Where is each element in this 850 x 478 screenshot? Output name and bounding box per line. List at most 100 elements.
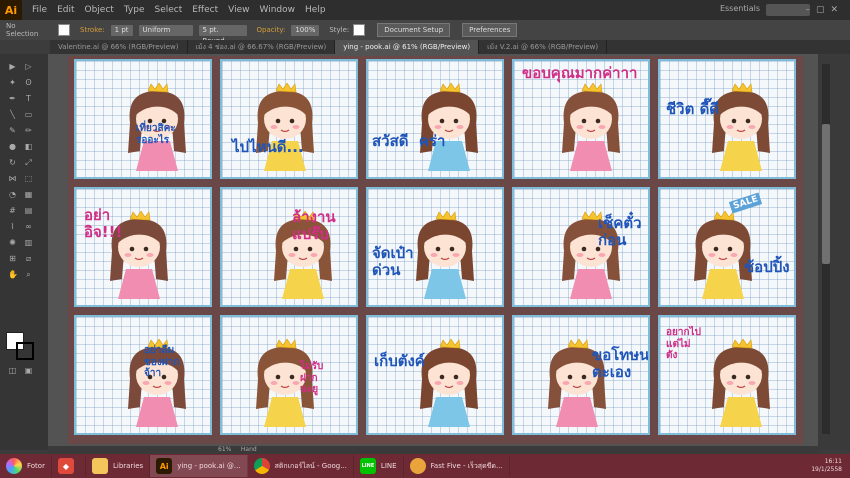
stroke-label[interactable]: Stroke: — [80, 26, 105, 34]
canvas-area[interactable]: เที่ยวสิคะ รออะไร ไปไหนดี... สวัสดี คร่าขอ… — [48, 54, 818, 446]
hand-tool-icon[interactable]: ✋ — [8, 270, 18, 279]
pen-tool-icon[interactable]: ✒ — [8, 94, 17, 103]
scale-tool-icon[interactable]: ⤢ — [24, 158, 33, 167]
taskbar-fotor[interactable]: Fotor — [0, 455, 52, 477]
sticker-cell[interactable]: อยากไป แต่ไม่ ตัง — [658, 315, 796, 435]
menu-help[interactable]: Help — [305, 5, 326, 15]
artboard[interactable]: เที่ยวสิคะ รออะไร ไปไหนดี... สวัสดี คร่าขอ… — [68, 56, 803, 444]
zoom-tool-icon[interactable]: ⌕ — [24, 270, 33, 279]
eraser-tool-icon[interactable]: ◧ — [24, 142, 33, 151]
sticker-caption: อย่าลืม ของฝาก จ้าา — [144, 345, 180, 379]
eyedropper-tool-icon[interactable]: ⌇ — [8, 222, 17, 231]
preferences-button[interactable]: Preferences — [462, 23, 518, 37]
sticker-cell[interactable]: ช้อปปิ้ง SALE — [658, 187, 796, 307]
zoom-level[interactable]: 61% — [218, 446, 231, 453]
document-tabs: Valentine.ai @ 66% (RGB/Preview) เม้ง 4 … — [50, 40, 850, 54]
character-illustration — [562, 83, 620, 171]
brush-definition[interactable]: 5 pt. Round — [198, 24, 247, 45]
mesh-tool-icon[interactable]: # — [8, 206, 17, 215]
document-setup-button[interactable]: Document Setup — [377, 23, 451, 37]
stroke-color-icon[interactable] — [16, 342, 34, 360]
menu-file[interactable]: File — [32, 5, 47, 15]
graph-tool-icon[interactable]: ▥ — [24, 238, 33, 247]
panel-dock — [818, 54, 850, 450]
type-tool-icon[interactable]: T — [24, 94, 33, 103]
sticker-cell[interactable]: อย่า อิจ!!! — [74, 187, 212, 307]
menu-window[interactable]: Window — [260, 5, 296, 15]
sticker-cell[interactable]: ไปไหนดี... — [220, 59, 358, 179]
taskbar-label: ying - pook.ai @... — [177, 462, 241, 470]
status-bar: 61% Hand — [48, 446, 818, 454]
opacity-label[interactable]: Opacity: — [257, 26, 286, 34]
sticker-cell[interactable]: เช็คตั๋ว ก่อน — [512, 187, 650, 307]
menu-view[interactable]: View — [228, 5, 249, 15]
window-controls[interactable]: –▢✕ — [805, 5, 844, 15]
taskbar-media[interactable]: Fast Five - เร็วสุดขีด... — [404, 455, 510, 477]
sticker-cell[interactable]: อย่าลืม ของฝาก จ้าา — [74, 315, 212, 435]
workspace-switcher[interactable]: Essentials — [720, 4, 760, 13]
sticker-cell[interactable]: ขอโทษนะ ตะเอง — [512, 315, 650, 435]
blob-brush-tool-icon[interactable]: ● — [8, 142, 17, 151]
line-tool-icon[interactable]: ╲ — [8, 110, 17, 119]
stroke-weight-field[interactable]: 1 pt — [110, 24, 133, 36]
gradient-tool-icon[interactable]: ▤ — [24, 206, 33, 215]
free-transform-tool-icon[interactable]: ⬚ — [24, 174, 33, 183]
tab-ying-pook[interactable]: ying - pook.ai @ 61% (RGB/Preview) — [335, 40, 480, 54]
menu-type[interactable]: Type — [124, 5, 145, 15]
artboard-tool-icon[interactable]: ⊞ — [8, 254, 17, 263]
drawing-mode-icon[interactable]: ◫ — [8, 366, 17, 375]
paintbrush-tool-icon[interactable]: ✎ — [8, 126, 17, 135]
symbol-sprayer-tool-icon[interactable]: ✺ — [8, 238, 17, 247]
taskbar-illustrator[interactable]: Ai ying - pook.ai @... — [150, 455, 248, 477]
screen-mode-icon[interactable]: ▣ — [24, 366, 33, 375]
blend-tool-icon[interactable]: ∞ — [24, 222, 33, 231]
width-tool-icon[interactable]: ⋈ — [8, 174, 17, 183]
taskbar-line[interactable]: LINE LINE — [354, 455, 404, 477]
tab-4-panel[interactable]: เม้ง 4 ช่อง.ai @ 66.67% (RGB/Preview) — [188, 40, 336, 54]
vertical-scrollbar[interactable] — [822, 64, 830, 434]
selection-tool-icon[interactable]: ▶ — [8, 62, 17, 71]
app-icon: ◆ — [57, 458, 74, 474]
magic-wand-tool-icon[interactable]: ✦ — [8, 78, 17, 87]
search-field[interactable] — [766, 4, 810, 16]
tab-valentine[interactable]: Valentine.ai @ 66% (RGB/Preview) — [50, 40, 188, 54]
sticker-caption: ช้อปปิ้ง — [744, 258, 790, 276]
shape-builder-tool-icon[interactable]: ◔ — [8, 190, 17, 199]
fill-swatch[interactable] — [58, 24, 70, 36]
tab-v2[interactable]: เม้ง V.2.ai @ 66% (RGB/Preview) — [479, 40, 608, 54]
tools-panel: ▶ ▷ ✦ ʘ ✒ T ╲ ▭ ✎ ✏ ● ◧ ↻ ⤢ ⋈ ⬚ ◔ ▦ # ▤ … — [0, 54, 48, 450]
taskbar-app-2[interactable]: ◆ — [52, 455, 86, 477]
variable-width-profile[interactable]: Uniform — [138, 24, 193, 36]
menu-effect[interactable]: Effect — [192, 5, 218, 15]
illustrator-logo[interactable]: Ai — [0, 0, 22, 20]
sticker-caption: ขอบคุณมากค่าาา — [522, 64, 638, 82]
pencil-tool-icon[interactable]: ✏ — [24, 126, 33, 135]
taskbar-libraries[interactable]: Libraries — [86, 455, 151, 477]
perspective-grid-tool-icon[interactable]: ▦ — [24, 190, 33, 199]
sticker-cell[interactable]: จัดเป๋า ด่วน — [366, 187, 504, 307]
sticker-cell[interactable]: สวัสดี คร่า — [366, 59, 504, 179]
character-illustration — [712, 83, 770, 171]
sticker-cell[interactable]: เก็บตังค์ — [366, 315, 504, 435]
opacity-field[interactable]: 100% — [291, 24, 320, 36]
slice-tool-icon[interactable]: ⧄ — [24, 254, 33, 263]
sticker-cell[interactable]: ชีวิต ดี๊ดี — [658, 59, 796, 179]
taskbar-chrome[interactable]: สติกเกอร์ไลน์ - Goog... — [248, 455, 354, 477]
fotor-app-icon — [6, 458, 22, 474]
lasso-tool-icon[interactable]: ʘ — [24, 78, 33, 87]
sticker-cell[interactable]: ไม่รับ ฝาก นะยู — [220, 315, 358, 435]
menu-edit[interactable]: Edit — [57, 5, 74, 15]
menu-object[interactable]: Object — [85, 5, 114, 15]
rotate-tool-icon[interactable]: ↻ — [8, 158, 17, 167]
menu-bar: Ai File Edit Object Type Select Effect V… — [0, 0, 850, 20]
direct-selection-tool-icon[interactable]: ▷ — [24, 62, 33, 71]
rectangle-tool-icon[interactable]: ▭ — [24, 110, 33, 119]
system-clock[interactable]: 16:11 19/1/2558 — [811, 458, 842, 474]
sticker-cell[interactable]: เที่ยวสิคะ รออะไร — [74, 59, 212, 179]
scrollbar-thumb[interactable] — [822, 124, 830, 264]
sticker-cell[interactable]: ขอบคุณมากค่าาา — [512, 59, 650, 179]
clock-time: 16:11 — [824, 458, 842, 465]
graphic-style-swatch[interactable] — [353, 24, 366, 36]
sticker-cell[interactable]: ล้างาน แปร๊บ — [220, 187, 358, 307]
menu-select[interactable]: Select — [154, 5, 182, 15]
